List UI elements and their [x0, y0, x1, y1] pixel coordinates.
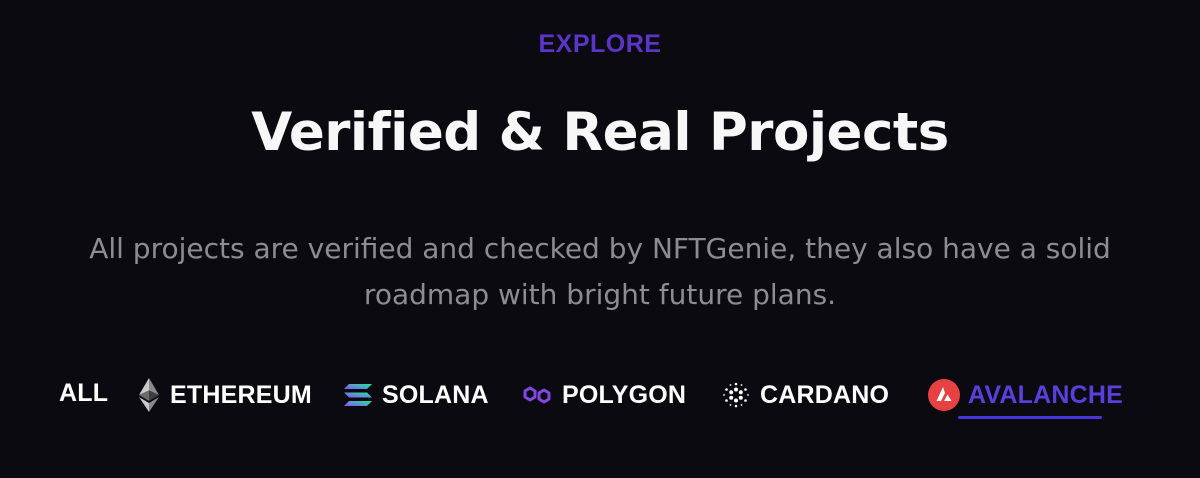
polygon-icon [522, 382, 552, 408]
subtitle-line-1: All projects are verified and checked by… [89, 232, 1111, 265]
avalanche-icon [928, 379, 960, 411]
tab-polygon-label: POLYGON [562, 380, 687, 409]
section-eyebrow: EXPLORE [538, 30, 662, 58]
tab-ethereum-label: ETHEREUM [170, 380, 312, 409]
tab-avalanche-label: AVALANCHE [968, 380, 1124, 409]
cardano-icon [722, 381, 750, 409]
tab-solana[interactable]: SOLANA [344, 372, 489, 418]
tab-polygon[interactable]: POLYGON [522, 372, 686, 418]
tab-cardano[interactable]: CARDANO [722, 372, 889, 418]
section-title: Verified & Real Projects [251, 102, 949, 163]
solana-icon [344, 383, 372, 407]
subtitle-line-2: roadmap with bright future plans. [363, 278, 837, 311]
tab-ethereum[interactable]: ETHEREUM [138, 372, 312, 418]
tab-solana-label: SOLANA [382, 380, 489, 409]
tab-all-label: ALL [59, 378, 109, 407]
chain-filter-tabs: ALL ETHEREUM SOLANA POLYGON CARDANO AVAL… [0, 372, 1200, 422]
section-subtitle: All projects are verified and checked by… [30, 226, 1170, 318]
tab-cardano-label: CARDANO [760, 380, 890, 409]
active-tab-underline [958, 416, 1102, 419]
tab-all[interactable]: ALL [59, 370, 108, 416]
tab-avalanche[interactable]: AVALANCHE [928, 372, 1123, 418]
ethereum-icon [138, 378, 160, 412]
